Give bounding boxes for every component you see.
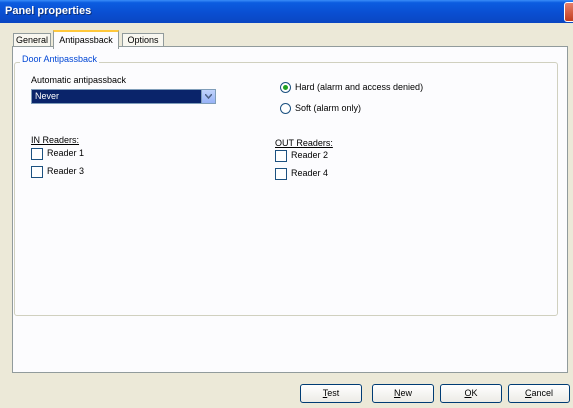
reader-2-label[interactable]: Reader 2 — [291, 150, 328, 160]
select-value: Never — [35, 91, 60, 101]
reader-3-label[interactable]: Reader 3 — [47, 166, 84, 176]
cancel-button[interactable]: Cancel — [508, 384, 570, 403]
tab-general[interactable]: General — [13, 33, 51, 47]
radio-hard[interactable] — [280, 82, 291, 93]
new-button[interactable]: New — [372, 384, 434, 403]
out-readers-heading: OUT Readers: — [275, 138, 333, 148]
in-readers-heading: IN Readers: — [31, 135, 80, 145]
ok-button[interactable]: OK — [440, 384, 502, 403]
title-bar[interactable]: Panel properties — [0, 0, 573, 23]
group-title: Door Antipassback — [20, 54, 100, 64]
automatic-antipassback-select[interactable]: Never — [31, 89, 216, 104]
radio-hard-label[interactable]: Hard (alarm and access denied) — [295, 82, 423, 92]
close-icon[interactable] — [564, 2, 573, 22]
checkbox-reader-4[interactable] — [275, 168, 287, 180]
test-rest: est — [327, 388, 340, 398]
window-title: Panel properties — [5, 5, 92, 17]
automatic-antipassback-label: Automatic antipassback — [31, 75, 127, 85]
ok-rest: K — [471, 388, 478, 398]
ok-accel: O — [464, 388, 472, 398]
new-rest: ew — [400, 388, 412, 398]
tab-antipassback[interactable]: Antipassback — [53, 30, 119, 49]
cancel-rest: ancel — [531, 388, 553, 398]
checkbox-reader-3[interactable] — [31, 166, 43, 178]
radio-soft[interactable] — [280, 103, 291, 114]
checkbox-reader-2[interactable] — [275, 150, 287, 162]
checkbox-reader-1[interactable] — [31, 148, 43, 160]
radio-selected-dot — [283, 85, 288, 90]
tab-options[interactable]: Options — [122, 33, 164, 47]
reader-1-label[interactable]: Reader 1 — [47, 148, 84, 158]
chevron-down-icon[interactable] — [201, 90, 215, 103]
reader-4-label[interactable]: Reader 4 — [291, 168, 328, 178]
test-button[interactable]: Test — [300, 384, 362, 403]
radio-soft-label[interactable]: Soft (alarm only) — [295, 103, 361, 113]
